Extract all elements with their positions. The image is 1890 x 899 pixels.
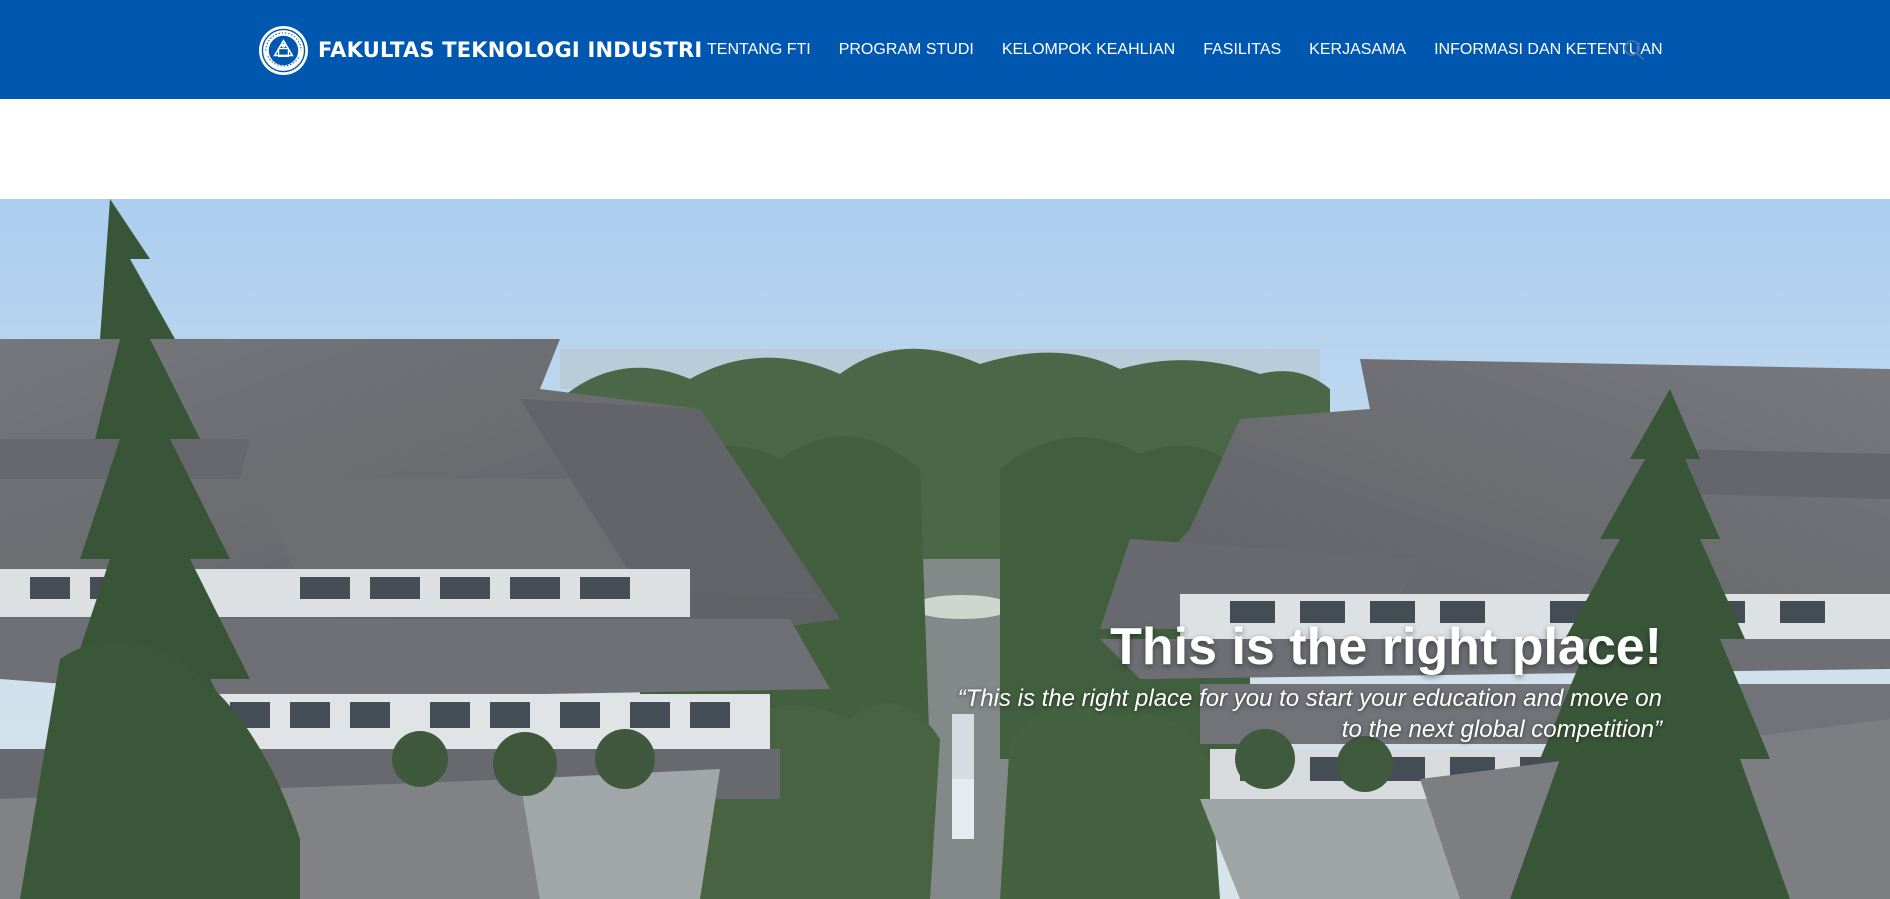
main-menu: TENTANG FTI PROGRAM STUDI KELOMPOK KEAHL… xyxy=(693,37,1677,63)
hero-caption: This is the right place! “This is the ri… xyxy=(902,617,1662,745)
hero-subtitle: “This is the right place for you to star… xyxy=(902,683,1662,745)
header-spacer xyxy=(0,99,1890,199)
menu-item-program-studi[interactable]: PROGRAM STUDI xyxy=(825,37,988,63)
menu-item-fasilitas[interactable]: FASILITAS xyxy=(1189,37,1295,63)
top-navigation-bar: FAKULTAS TEKNOLOGI INDUSTRI TENTANG FTI … xyxy=(0,0,1890,99)
hero-title: This is the right place! xyxy=(1110,618,1662,676)
brand-name: FAKULTAS TEKNOLOGI INDUSTRI xyxy=(318,38,703,62)
search-button[interactable] xyxy=(1620,36,1648,64)
brand-home-link[interactable]: FAKULTAS TEKNOLOGI INDUSTRI xyxy=(258,24,702,76)
hero-subtitle-line-2: to the next global competition” xyxy=(1341,716,1662,743)
menu-item-tentang-fti[interactable]: TENTANG FTI xyxy=(693,37,825,63)
institution-seal-icon xyxy=(258,25,309,75)
hero-banner: This is the right place! “This is the ri… xyxy=(0,199,1890,899)
search-icon xyxy=(1624,40,1645,61)
menu-item-kerjasama[interactable]: KERJASAMA xyxy=(1295,37,1420,63)
menu-item-kelompok-keahlian[interactable]: KELOMPOK KEAHLIAN xyxy=(988,37,1189,63)
campus-aerial-photo xyxy=(0,199,1890,899)
hero-subtitle-line-1: “This is the right place for you to star… xyxy=(957,685,1662,712)
